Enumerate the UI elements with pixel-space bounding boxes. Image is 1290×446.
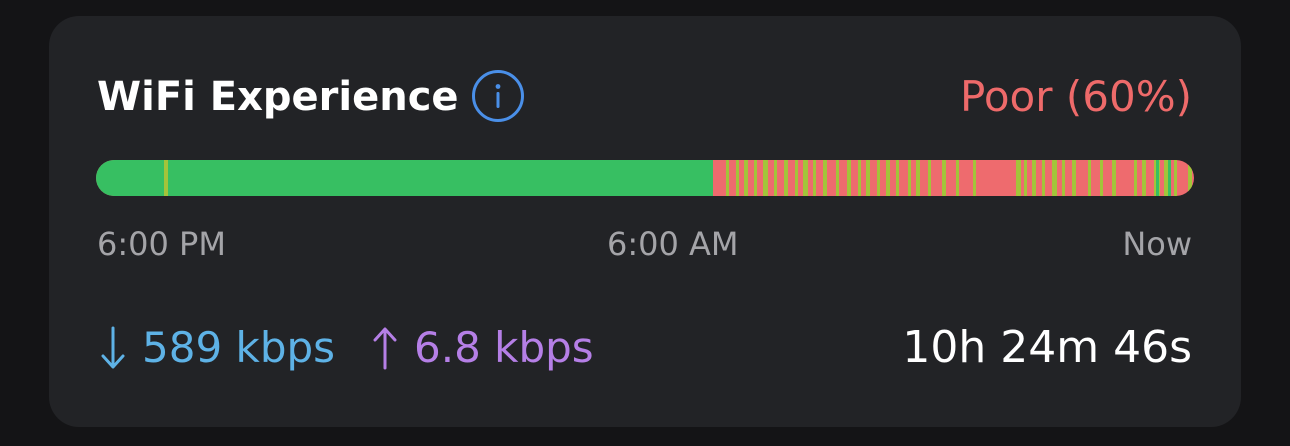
axis-label-end: Now [1122, 225, 1192, 263]
timeline-segment [1112, 160, 1116, 196]
timeline-segment [973, 160, 976, 196]
timeline-segment [886, 160, 890, 196]
quality-status: Poor (60%) [960, 72, 1192, 121]
timeline-segment [928, 160, 931, 196]
axis-label-start: 6:00 PM [97, 225, 226, 263]
timeline-segment [1032, 160, 1036, 196]
timeline-segment [916, 160, 920, 196]
timeline-segment [813, 160, 816, 196]
experience-timeline-bar[interactable] [96, 160, 1194, 196]
timeline-segment [1042, 160, 1045, 196]
timeline-segment [96, 160, 713, 196]
upload-speed-value: 6.8 kbps [414, 323, 594, 372]
timeline-segment [956, 160, 959, 196]
timeline-segment [1072, 160, 1076, 196]
timeline-segment [744, 160, 748, 196]
timeline-segment [908, 160, 911, 196]
timeline-segment [877, 160, 880, 196]
timeline-segment [823, 160, 827, 196]
timeline-segment [866, 160, 870, 196]
timeline-segment [1168, 160, 1171, 196]
timeline-segment [774, 160, 777, 196]
timeline-segment [942, 160, 946, 196]
timeline-segment [1174, 160, 1177, 196]
download-speed: 589 kbps [100, 318, 335, 378]
timeline-segment [1062, 160, 1065, 196]
timeline-segment [795, 160, 798, 196]
timeline-segment [1164, 160, 1168, 196]
timeline-segment [1052, 160, 1057, 196]
arrow-up-icon [373, 327, 397, 369]
timeline-segment [896, 160, 899, 196]
timeline-segment [1016, 160, 1021, 196]
info-glyph [495, 84, 501, 108]
timeline-segment [164, 160, 168, 196]
axis-label-middle: 6:00 AM [607, 225, 739, 263]
timeline-segment [858, 160, 861, 196]
timeline-segment [1088, 160, 1091, 196]
timeline-segment [754, 160, 757, 196]
card-title: WiFi Experience [97, 74, 459, 120]
timeline-segment [763, 160, 768, 196]
timeline-segment [836, 160, 839, 196]
upload-speed: 6.8 kbps [372, 318, 594, 378]
timeline-segments [96, 160, 1192, 196]
arrow-down-icon [101, 326, 125, 368]
session-duration: 10h 24m 46s [902, 322, 1192, 373]
timeline-segment [1156, 160, 1159, 196]
timeline-segment [1142, 160, 1146, 196]
info-icon[interactable] [472, 70, 524, 122]
timeline-segment [1100, 160, 1103, 196]
timeline-segment [736, 160, 739, 196]
timeline-segment [784, 160, 788, 196]
timeline-segment [1024, 160, 1027, 196]
timeline-segment [1134, 160, 1137, 196]
timeline-segment [803, 160, 808, 196]
timeline-segment [726, 160, 729, 196]
timeline-segment [847, 160, 851, 196]
download-speed-value: 589 kbps [142, 323, 336, 372]
